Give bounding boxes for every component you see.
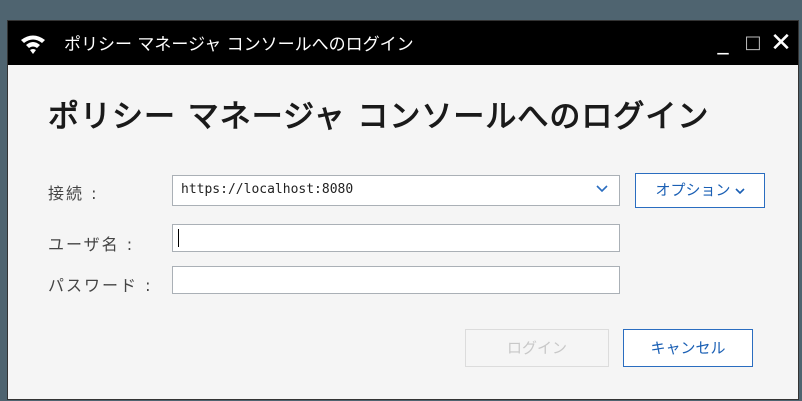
username-input[interactable] [172,224,620,252]
connection-label: 接続 : [48,184,99,203]
close-button[interactable]: ✕ [766,27,796,59]
text-caret [178,229,179,247]
username-label: ユーザ名 : [48,235,135,254]
options-label: オプション [655,181,731,199]
connection-select[interactable]: https://localhost:8080 [172,175,620,206]
title-bar[interactable]: ポリシー マネージャ コンソールへのログイン _ □ ✕ [8,21,798,65]
chevron-down-icon [596,185,608,193]
password-label: パスワード : [48,276,153,295]
page-title: ポリシー マネージャ コンソールへのログイン [48,99,710,135]
cancel-button[interactable]: キャンセル [623,329,753,367]
options-button[interactable]: オプション [635,173,765,208]
maximize-button[interactable]: □ [738,27,768,59]
wifi-icon [21,35,45,54]
minimize-button[interactable]: _ [708,27,738,59]
window-title: ポリシー マネージャ コンソールへのログイン [64,35,414,55]
password-input[interactable] [172,266,620,294]
connection-value: https://localhost:8080 [181,182,354,197]
login-button[interactable]: ログイン [465,329,609,367]
login-dialog: ポリシー マネージャ コンソールへのログイン _ □ ✕ ポリシー マネージャ … [8,21,798,399]
chevron-down-icon [734,187,745,194]
